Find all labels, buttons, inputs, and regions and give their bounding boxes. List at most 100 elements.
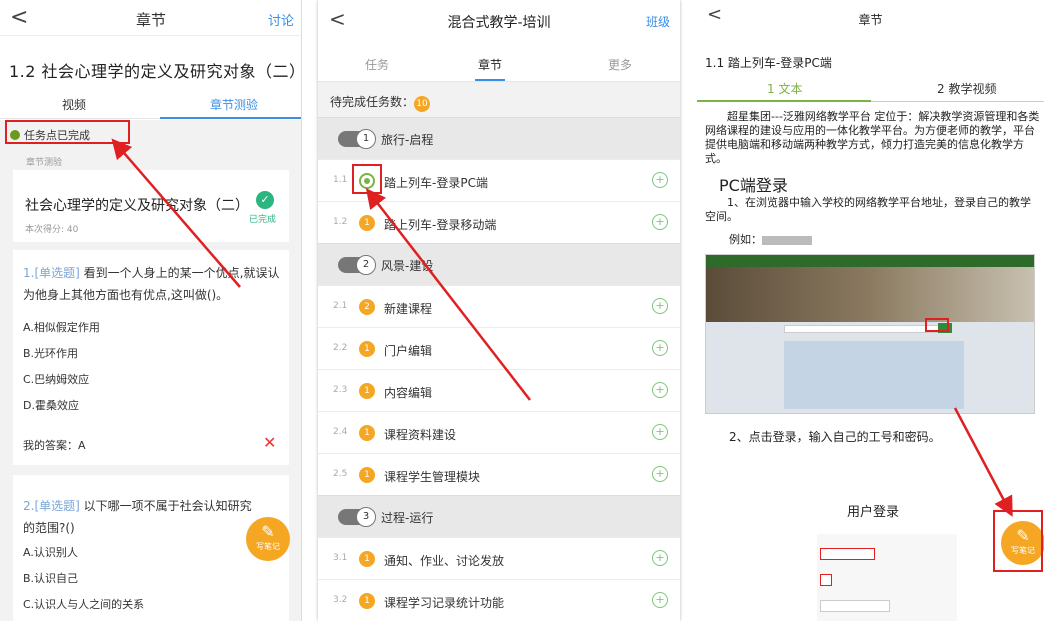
task-title: 通知、作业、讨论发放 xyxy=(384,554,505,568)
tab-video[interactable]: 视频 xyxy=(62,96,86,113)
section-title: 旅行-启程 xyxy=(381,133,434,147)
task-row[interactable]: 3.2 1 课程学习记录统计功能 + xyxy=(318,579,680,621)
expand-plus-icon[interactable]: + xyxy=(652,214,668,230)
pending-task-badge: 2 xyxy=(359,299,375,315)
active-tab-indicator xyxy=(697,100,871,102)
active-tab-indicator xyxy=(160,117,301,119)
pencil-icon: ✎ xyxy=(261,522,275,541)
section-row[interactable]: 1 旅行-启程 xyxy=(318,117,680,159)
blurred-url xyxy=(762,235,812,245)
annotation-box xyxy=(5,120,130,144)
task-row[interactable]: 2.5 1 课程学生管理模块 + xyxy=(318,453,680,495)
expand-plus-icon[interactable]: + xyxy=(652,298,668,314)
section-heading: PC端登录 xyxy=(719,176,788,195)
annotation-box xyxy=(993,510,1043,572)
expand-plus-icon[interactable]: + xyxy=(652,466,668,482)
lesson-heading: 1.1 踏上列车-登录PC端 xyxy=(705,56,832,70)
section-title: 风景-建设 xyxy=(381,259,434,273)
intro-paragraph: 超星集团---泛雅网络教学平台 定位于：解决教学资源管理和各类网络课程的建设与应… xyxy=(705,110,1040,165)
tab-tasks[interactable]: 任务 xyxy=(365,56,389,73)
tab-chapters[interactable]: 章节 xyxy=(478,56,502,73)
section-row[interactable]: 3 过程-运行 xyxy=(318,495,680,537)
chapter-reading-screen: < 章节 1.1 踏上列车-登录PC端 1 文本 2 教学视频 超星集团---泛… xyxy=(697,0,1044,621)
quiz-summary-card[interactable]: 社会心理学的定义及研究对象（二） 本次得分: 40 ✓ 已完成 xyxy=(13,170,289,242)
task-title: 门户编辑 xyxy=(384,344,433,358)
option-a: A.相似假定作用 xyxy=(23,321,100,334)
option-c: C.巴纳姆效应 xyxy=(23,373,90,386)
option-c: C.认识人与人之间的关系 xyxy=(23,598,145,611)
step2-text: 2、点击登录，输入自己的工号和密码。 xyxy=(729,430,941,444)
task-title: 踏上列车-登录移动端 xyxy=(384,218,497,232)
question-text: 1.[单选题] 看到一个人身上的某一个优点,就误认为他身上其他方面也有优点,这叫… xyxy=(23,266,280,302)
expand-plus-icon[interactable]: + xyxy=(652,550,668,566)
lesson-heading: 1.2 社会心理学的定义及研究对象（二） xyxy=(9,62,302,81)
quiz-title: 社会心理学的定义及研究对象（二） xyxy=(25,198,249,214)
tab-chapter-quiz[interactable]: 章节测验 xyxy=(210,96,258,113)
pending-task-badge: 1 xyxy=(359,593,375,609)
collapse-toggle[interactable]: 3 xyxy=(338,507,376,527)
task-title: 新建课程 xyxy=(384,302,433,316)
screenshot-grid xyxy=(784,341,964,409)
option-b: B.认识自己 xyxy=(23,572,79,585)
step1-paragraph: 1、在浏览器中输入学校的网络教学平台地址，登录自己的教学空间。 xyxy=(705,196,1031,223)
expand-plus-icon[interactable]: + xyxy=(652,172,668,188)
collapse-toggle[interactable]: 1 xyxy=(338,129,376,149)
task-title: 内容编辑 xyxy=(384,386,433,400)
screenshot-banner xyxy=(706,267,1034,322)
top-bar: < 章节 xyxy=(697,0,1044,36)
platform-screenshot xyxy=(705,254,1035,414)
check-icon: ✓ xyxy=(256,191,274,209)
expand-plus-icon[interactable]: + xyxy=(652,340,668,356)
task-row[interactable]: 2.4 1 课程资料建设 + xyxy=(318,411,680,453)
tab-video[interactable]: 2 教学视频 xyxy=(937,80,996,97)
write-note-label: 写笔记 xyxy=(256,542,280,551)
screenshot-header xyxy=(706,255,1034,267)
option-a: A.认识别人 xyxy=(23,546,78,559)
pending-task-badge: 1 xyxy=(359,341,375,357)
tab-text[interactable]: 1 文本 xyxy=(767,80,802,97)
annotation-box xyxy=(352,164,382,194)
write-note-button[interactable]: ✎ 写笔记 xyxy=(246,517,290,561)
option-b: B.光环作用 xyxy=(23,347,79,360)
task-row[interactable]: 2.1 2 新建课程 + xyxy=(318,285,680,327)
chapter-quiz-screen: < 章节 讨论 1.2 社会心理学的定义及研究对象（二） 视频 章节测验 任务点… xyxy=(0,0,302,621)
top-bar: < 章节 讨论 xyxy=(0,0,301,36)
expand-plus-icon[interactable]: + xyxy=(652,382,668,398)
wrong-icon: ✕ xyxy=(263,433,277,452)
section-label: 章节测验 xyxy=(26,158,63,168)
quiz-score: 本次得分: 40 xyxy=(25,225,79,235)
active-tab-indicator xyxy=(475,79,505,81)
task-title: 踏上列车-登录PC端 xyxy=(384,176,488,190)
pending-count-badge: 10 xyxy=(414,96,431,112)
task-title: 课程学习记录统计功能 xyxy=(384,596,505,610)
task-row[interactable]: 3.1 1 通知、作业、讨论发放 + xyxy=(318,537,680,579)
annotation-box xyxy=(925,318,949,332)
expand-plus-icon[interactable]: + xyxy=(652,424,668,440)
pending-task-badge: 1 xyxy=(359,215,375,231)
collapse-toggle[interactable]: 2 xyxy=(338,255,376,275)
task-title: 课程学生管理模块 xyxy=(384,470,481,484)
question-card: 1.[单选题] 看到一个人身上的某一个优点,就误认为他身上其他方面也有优点,这叫… xyxy=(13,250,289,465)
section-title: 过程-运行 xyxy=(381,511,434,525)
my-answer: 我的答案：A xyxy=(23,439,86,452)
task-title: 课程资料建设 xyxy=(384,428,457,442)
task-row[interactable]: 1.2 1 踏上列车-登录移动端 + xyxy=(318,201,680,243)
task-row[interactable]: 2.2 1 门户编辑 + xyxy=(318,327,680,369)
pending-task-badge: 1 xyxy=(359,551,375,567)
task-row[interactable]: 2.3 1 内容编辑 + xyxy=(318,369,680,411)
tab-bar: 视频 章节测验 xyxy=(0,89,301,119)
option-d: D.霍桑效应 xyxy=(23,399,79,412)
tab-more[interactable]: 更多 xyxy=(608,56,632,73)
page-title: 混合式教学-培训 xyxy=(447,15,551,31)
tab-bar: 任务 章节 更多 xyxy=(318,42,680,82)
completed-label: 已完成 xyxy=(249,215,277,225)
pending-tasks: 待完成任务数： 10 xyxy=(330,93,431,112)
question-text: 2.[单选题] 以下哪一项不属于社会认知研究的范围?() xyxy=(23,499,252,535)
login-title: 用户登录 xyxy=(847,505,900,520)
discuss-link[interactable]: 讨论 xyxy=(268,10,294,29)
course-chapter-screen: < 混合式教学-培训 班级 任务 章节 更多 待完成任务数： 10 1 旅行-启程… xyxy=(318,0,680,621)
class-link[interactable]: 班级 xyxy=(646,13,670,30)
section-row[interactable]: 2 风景-建设 xyxy=(318,243,680,285)
screenshot-search xyxy=(784,325,944,333)
expand-plus-icon[interactable]: + xyxy=(652,592,668,608)
